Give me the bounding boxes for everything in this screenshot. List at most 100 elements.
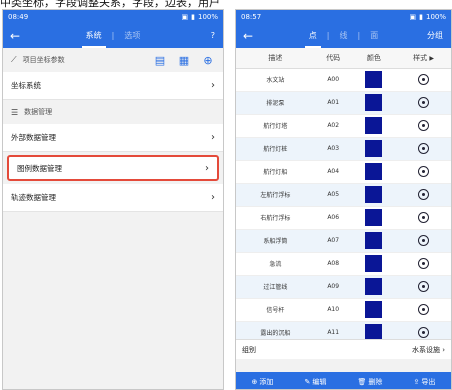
wifi-icon: ▣ bbox=[181, 12, 189, 21]
table-row[interactable]: 信号杆 A10 bbox=[236, 298, 451, 322]
group-footer[interactable]: 组别 水系设施 › bbox=[236, 339, 451, 359]
section-title: 数据管理 bbox=[24, 108, 53, 116]
row-desc: 航行灯桩 bbox=[236, 137, 315, 161]
export-icon: ⇪ bbox=[413, 377, 420, 386]
battery-icon: ▮ bbox=[419, 12, 423, 21]
table-row[interactable]: 航行灯船 A04 bbox=[236, 160, 451, 184]
row-style bbox=[396, 206, 451, 230]
row-style bbox=[396, 68, 451, 92]
row-code: A10 bbox=[314, 298, 352, 322]
row-code: A03 bbox=[314, 137, 352, 161]
battery-level: 100% bbox=[425, 12, 446, 21]
settings-screen: 08:49 ▣ ▮ 100% ← 系统 | 选项 ? ⟋ 项目坐标参数 ▤ ▦ ⊕ … bbox=[2, 9, 224, 390]
point-style-icon bbox=[418, 97, 430, 108]
color-swatch bbox=[365, 186, 383, 203]
status-bar: 08:49 ▣ ▮ 100% bbox=[3, 10, 223, 23]
row-desc: 排泥泵 bbox=[236, 91, 315, 115]
row-code: A07 bbox=[314, 229, 352, 253]
tab-separator: | bbox=[111, 31, 115, 40]
section-project-coords: ⟋ 项目坐标参数 ▤ ▦ ⊕ bbox=[3, 48, 223, 72]
tab-options[interactable]: 选项 bbox=[120, 23, 144, 48]
plus-circle-icon: ⊕ bbox=[251, 377, 258, 386]
qr-code-icon[interactable]: ▦ bbox=[177, 53, 191, 67]
row-color bbox=[351, 137, 397, 161]
status-bar: 08:57 ▣ ▮ 100% bbox=[236, 10, 451, 23]
chevron-right-icon: › bbox=[211, 80, 215, 91]
battery-icon: ▮ bbox=[191, 12, 195, 21]
status-time: 08:49 bbox=[8, 12, 29, 21]
row-style bbox=[396, 160, 451, 184]
tab-line[interactable]: 线 bbox=[336, 23, 352, 48]
color-swatch bbox=[365, 255, 383, 272]
top-caption: 中类坐标，字段调整关系，字段，边表，用户 bbox=[0, 0, 220, 9]
header-color: 颜色 bbox=[351, 48, 397, 69]
item-label: 坐标系统 bbox=[11, 81, 41, 90]
app-bar: ← 点 | 线 | 面 分组 bbox=[236, 23, 451, 48]
table-row[interactable]: 左航行浮标 A05 bbox=[236, 183, 451, 207]
tab-point[interactable]: 点 bbox=[304, 23, 321, 48]
row-style bbox=[396, 229, 451, 253]
row-code: A09 bbox=[314, 275, 352, 299]
item-label: 图例数据管理 bbox=[17, 163, 62, 173]
header-desc: 描述 bbox=[236, 48, 315, 69]
point-style-icon bbox=[418, 74, 430, 85]
section-title: 项目坐标参数 bbox=[22, 56, 65, 64]
legend-data-item[interactable]: 图例数据管理 › bbox=[7, 155, 219, 181]
table-row[interactable]: 过江管线 A09 bbox=[236, 275, 451, 299]
row-desc: 信号杆 bbox=[236, 298, 315, 322]
color-swatch bbox=[365, 163, 383, 180]
row-desc: 航行灯船 bbox=[236, 160, 315, 184]
table-row[interactable]: 水文站 A00 bbox=[236, 68, 451, 92]
color-swatch bbox=[365, 278, 383, 295]
row-desc: 左航行浮标 bbox=[236, 183, 315, 207]
point-style-icon bbox=[418, 212, 430, 223]
row-style bbox=[396, 114, 451, 138]
globe-icon[interactable]: ⊕ bbox=[201, 53, 215, 67]
bottom-toolbar: ⊕ 添加 ✎ 编辑 🗑 删除 ⇪ 导出 bbox=[236, 372, 451, 389]
color-swatch bbox=[365, 301, 383, 318]
row-desc: 系船浮筒 bbox=[236, 229, 315, 253]
table-row[interactable]: 急流 A08 bbox=[236, 252, 451, 276]
row-style bbox=[396, 137, 451, 161]
legend-table: 描述 代码 颜色 样式 ▶ 水文站 A00 排泥泵 A01 航行灯塔 A02 航行灯桩 A03… bbox=[236, 48, 451, 345]
row-code: A06 bbox=[314, 206, 352, 230]
legend-screen: 08:57 ▣ ▮ 100% ← 点 | 线 | 面 分组 描述 代码 颜色 样式 … bbox=[235, 9, 452, 390]
edit-button[interactable]: ✎ 编辑 bbox=[305, 377, 327, 387]
delete-button[interactable]: 🗑 删除 bbox=[358, 377, 383, 387]
header-code: 代码 bbox=[314, 48, 352, 69]
row-code: A04 bbox=[314, 160, 352, 184]
screenshot: 中类坐标，字段调整关系，字段，边表，用户 08:49 ▣ ▮ 100% ← 系统 |… bbox=[0, 0, 452, 390]
tab-system[interactable]: 系统 bbox=[81, 23, 106, 48]
row-color bbox=[351, 298, 397, 322]
table-row[interactable]: 排泥泵 A01 bbox=[236, 91, 451, 115]
table-row[interactable]: 航行灯桩 A03 bbox=[236, 137, 451, 161]
table-row[interactable]: 系船浮筒 A07 bbox=[236, 229, 451, 253]
table-row[interactable]: 航行灯塔 A02 bbox=[236, 114, 451, 138]
row-color bbox=[351, 160, 397, 184]
row-color bbox=[351, 114, 397, 138]
row-code: A00 bbox=[314, 68, 352, 92]
tab-area[interactable]: 面 bbox=[366, 23, 382, 48]
pencil-icon: ✎ bbox=[304, 377, 311, 386]
row-desc: 右航行浮标 bbox=[236, 206, 315, 230]
external-data-item[interactable]: 外部数据管理 › bbox=[3, 124, 223, 152]
track-data-item[interactable]: 轨迹数据管理 › bbox=[3, 184, 223, 212]
group-button[interactable]: 分组 bbox=[427, 30, 443, 41]
table-row[interactable]: 右航行浮标 A06 bbox=[236, 206, 451, 230]
coordinate-system-item[interactable]: 坐标系统 › bbox=[3, 72, 223, 100]
row-desc: 急流 bbox=[236, 252, 315, 276]
color-swatch bbox=[365, 232, 383, 249]
trash-icon: 🗑 bbox=[357, 377, 367, 386]
chevron-right-icon: › bbox=[211, 132, 215, 143]
group-label: 组别 bbox=[242, 345, 256, 354]
document-icon[interactable]: ▤ bbox=[153, 53, 167, 67]
scroll-right-icon: ▶ bbox=[429, 54, 435, 62]
tab-separator: | bbox=[326, 31, 330, 40]
row-color bbox=[351, 183, 397, 207]
add-button[interactable]: ⊕ 添加 bbox=[252, 377, 274, 387]
point-style-icon bbox=[418, 143, 430, 154]
export-button[interactable]: ⇪ 导出 bbox=[414, 377, 436, 387]
help-button[interactable]: ? bbox=[211, 31, 215, 40]
section-data-management: ☰ 数据管理 bbox=[3, 100, 223, 124]
point-style-icon bbox=[418, 189, 430, 200]
